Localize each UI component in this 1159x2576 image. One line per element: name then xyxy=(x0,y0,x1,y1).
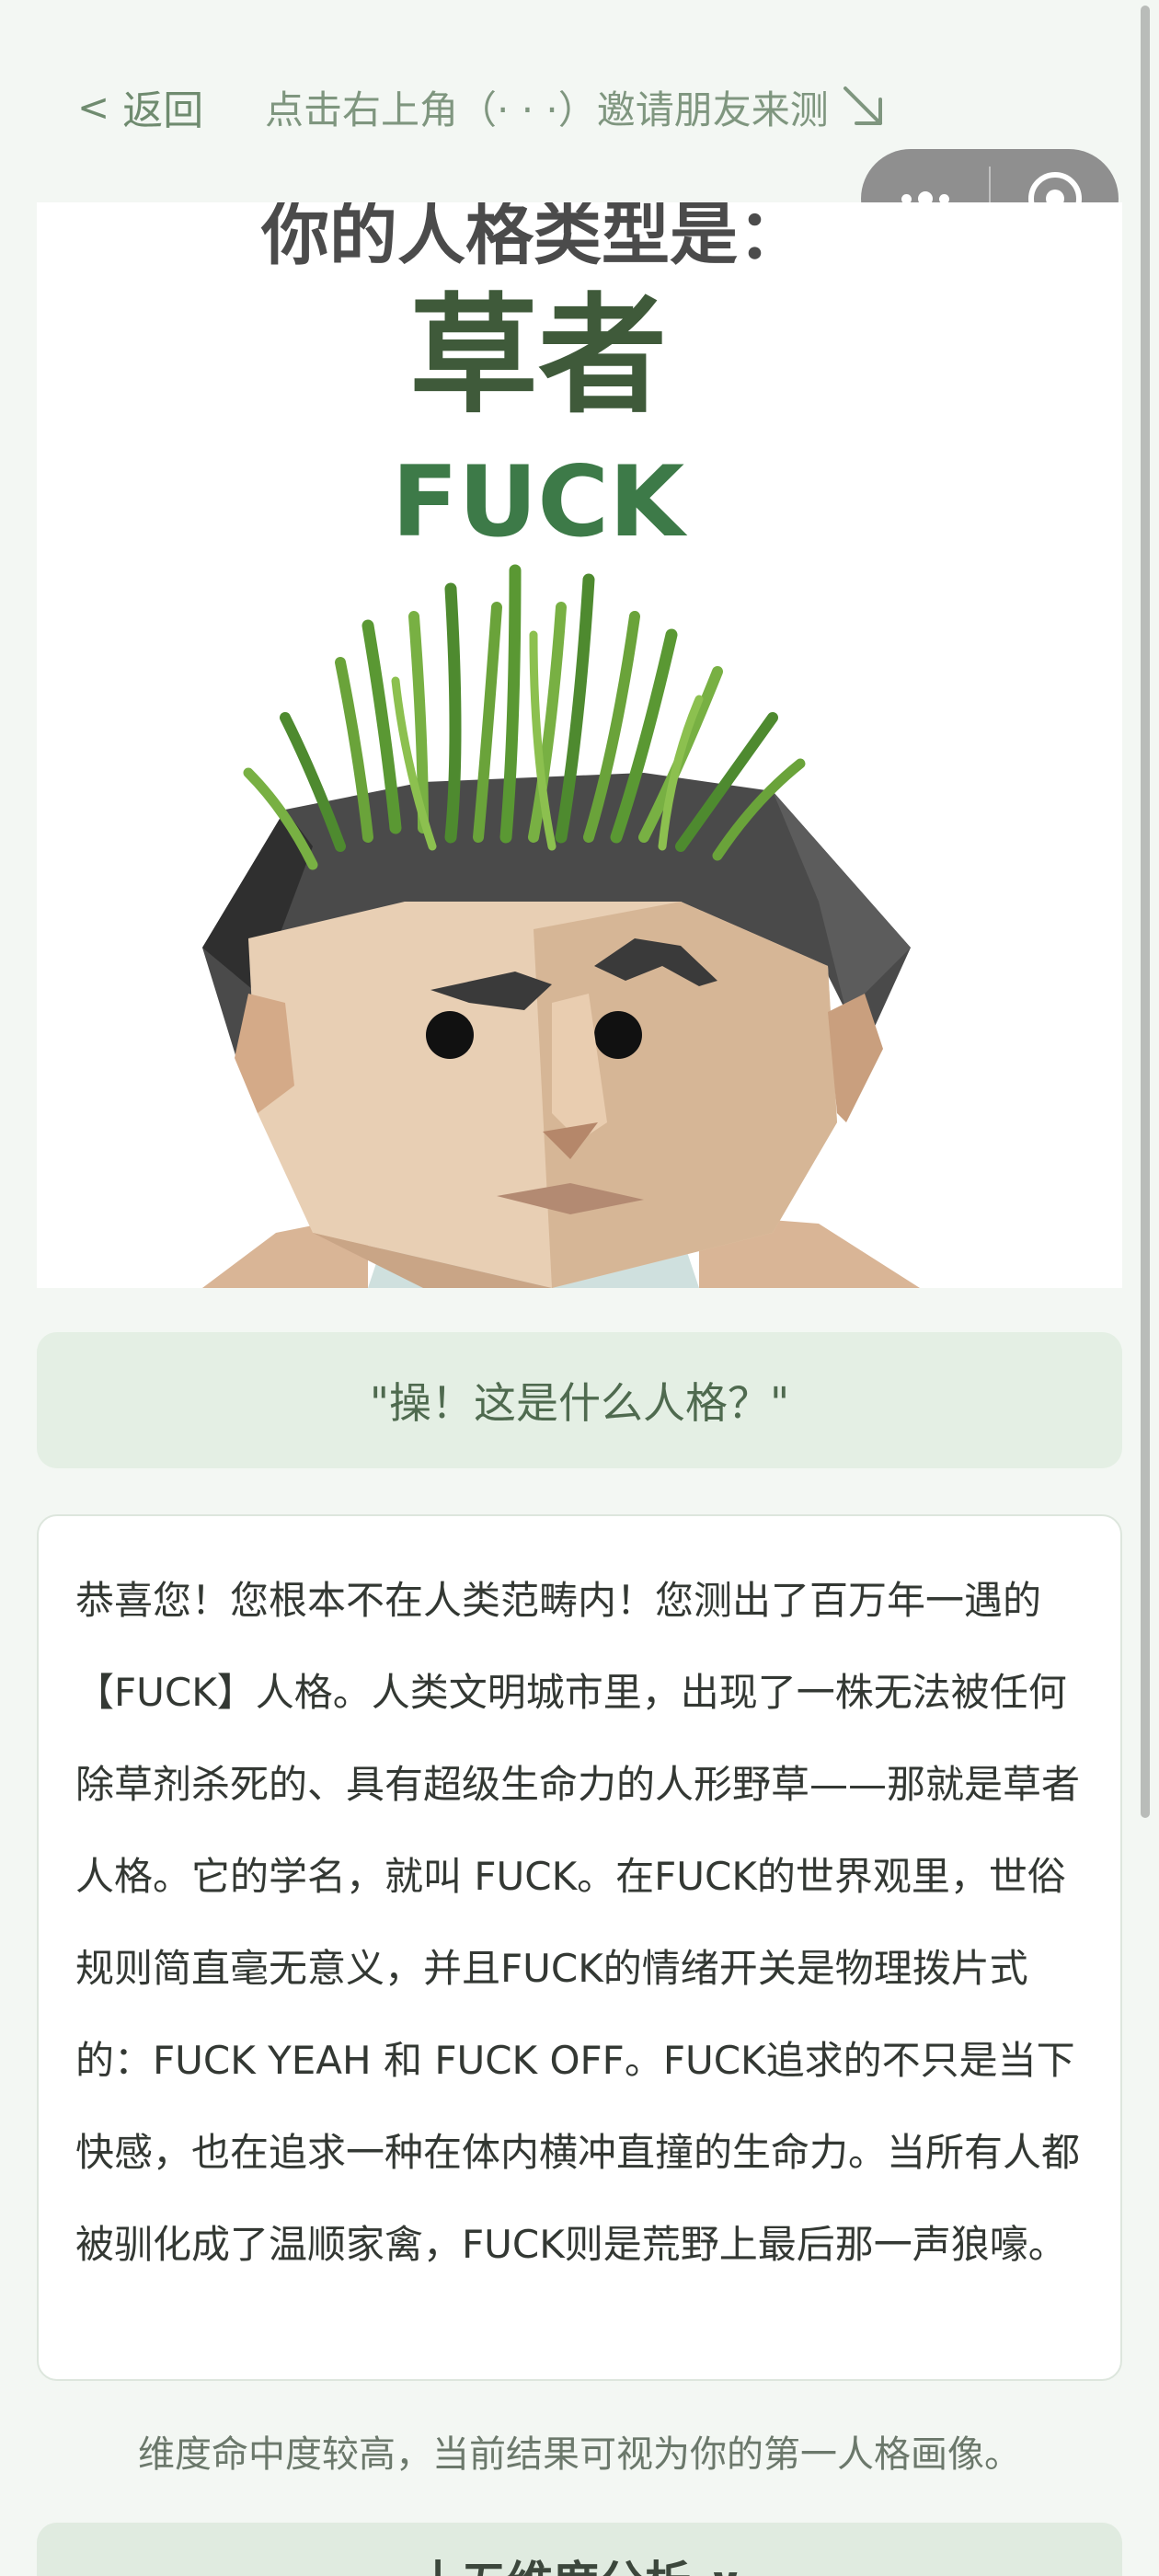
arrow-down-right-icon xyxy=(843,86,882,125)
dimension-analysis-header[interactable]: 十五维度分析 ∨ xyxy=(37,2523,1122,2576)
result-heading: 你的人格类型是： xyxy=(260,202,806,274)
result-type-en: FUCK xyxy=(392,445,688,558)
back-button[interactable]: < 返回 xyxy=(77,77,203,136)
back-label: 返回 xyxy=(122,87,204,134)
result-description-card: 恭喜您！您根本不在人类范畴内！您测出了百万年一遇的【FUCK】人格。人类文明城市… xyxy=(37,1514,1122,2381)
scrollbar[interactable] xyxy=(1141,6,1150,1818)
invite-text: 点击右上角（· · ·）邀请朋友来测 xyxy=(265,86,829,132)
personality-result-image: 你的人格类型是： 草者 FUCK xyxy=(37,202,1122,1288)
chevron-left-icon: < xyxy=(77,84,110,130)
result-hint: 维度命中度较高，当前结果可视为你的第一人格画像。 xyxy=(138,2433,1021,2476)
result-description-text: 恭喜您！您根本不在人类范畴内！您测出了百万年一遇的【FUCK】人格。人类文明城市… xyxy=(75,1578,1081,2267)
section-title: 十五维度分析 ∨ xyxy=(415,2557,744,2576)
result-type-cn: 草者 xyxy=(409,282,667,431)
result-illustration: 你的人格类型是： 草者 FUCK xyxy=(202,202,920,1288)
result-quote: "操！这是什么人格？" xyxy=(37,1332,1122,1468)
invite-hint: 点击右上角（· · ·）邀请朋友来测 xyxy=(265,77,889,136)
